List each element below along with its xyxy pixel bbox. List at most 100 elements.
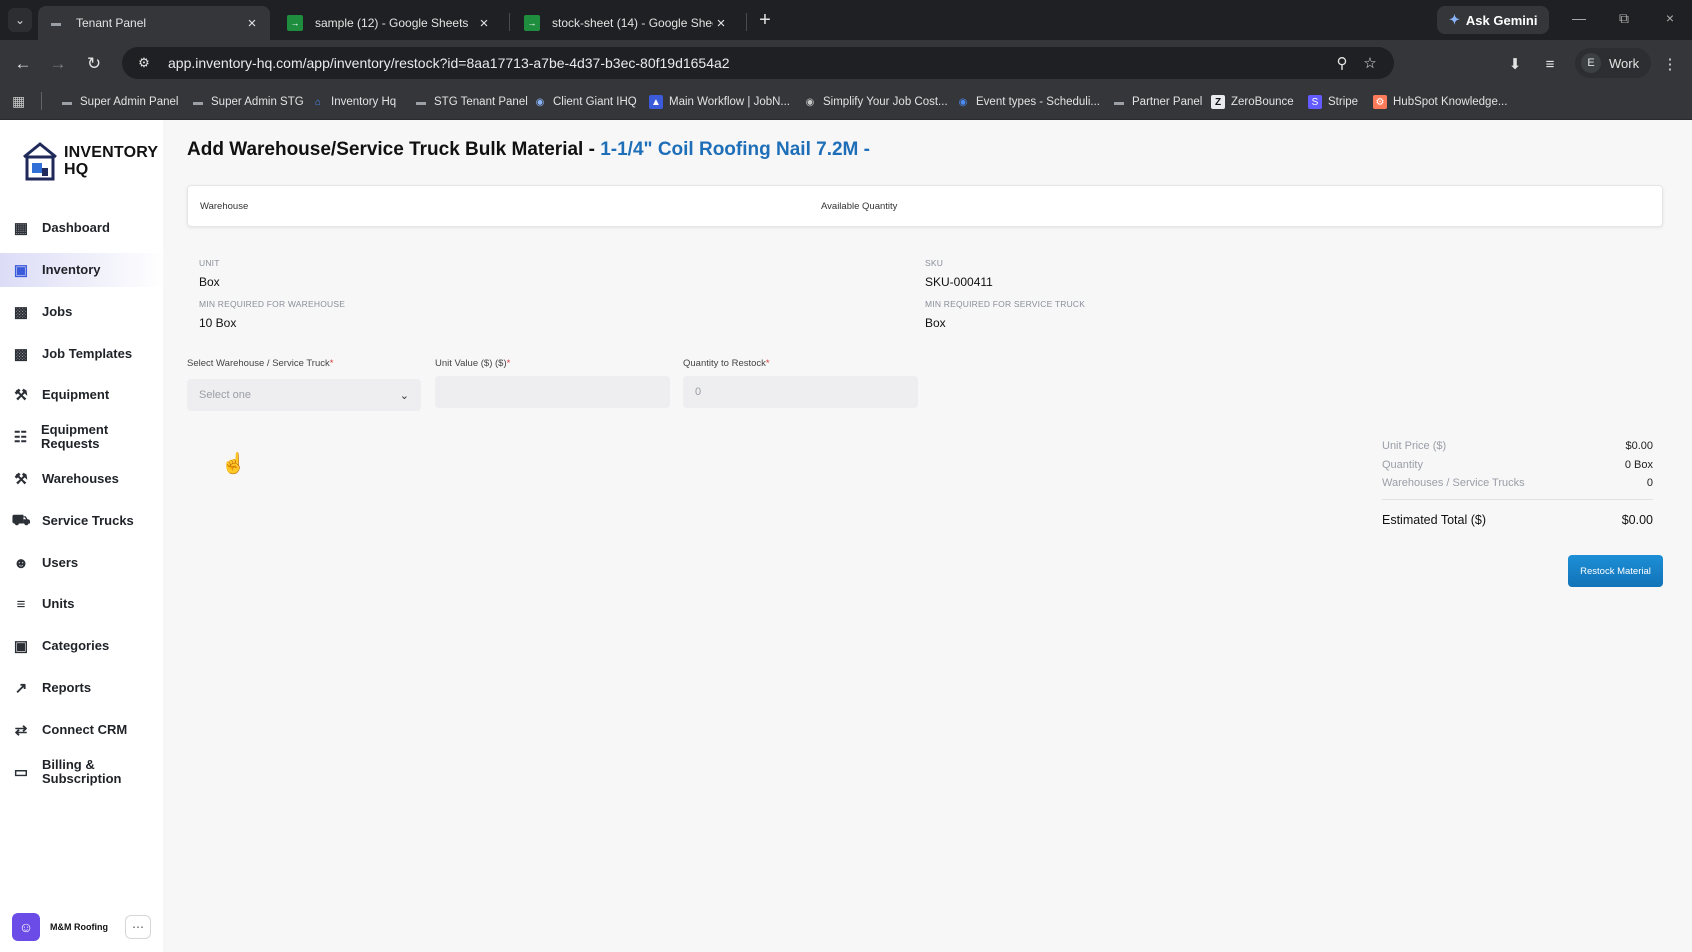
sidebar-item-connect-crm[interactable]: ⇄ Connect CRM bbox=[0, 713, 163, 747]
sidebar-item-label: Service Trucks bbox=[42, 513, 134, 528]
warehouses-icon: ⚒ bbox=[14, 471, 28, 488]
select-warehouse-label: Select Warehouse / Service Truck* bbox=[187, 358, 333, 369]
bookmark-zerobounce[interactable]: Z ZeroBounce bbox=[1211, 92, 1294, 112]
bookmark-dash-icon: ▬ bbox=[62, 96, 72, 108]
quantity-value: 0 Box bbox=[1624, 459, 1653, 471]
sidebar-item-jobs[interactable]: ▩ Jobs bbox=[0, 295, 163, 329]
close-icon[interactable]: × bbox=[476, 15, 492, 32]
chevron-down-icon: ⌄ bbox=[399, 389, 409, 402]
bookmark-super-admin-panel[interactable]: ▬ Super Admin Panel bbox=[60, 92, 178, 112]
unit-value-label-text: Unit Value ($) ($) bbox=[435, 358, 507, 369]
sidebar-item-label: Dashboard bbox=[42, 220, 110, 235]
page-title: Add Warehouse/Service Truck Bulk Materia… bbox=[187, 139, 870, 161]
warehouses-trucks-value: 0 bbox=[1646, 477, 1653, 489]
inventory-hq-logo[interactable]: INVENTORY HQ bbox=[22, 141, 158, 181]
sidebar-item-warehouses[interactable]: ⚒ Warehouses bbox=[0, 462, 163, 496]
quantity-restock-input[interactable]: 0 bbox=[683, 376, 918, 408]
sidebar-item-equipment[interactable]: ⚒ Equipment bbox=[0, 378, 163, 412]
gemini-sparkle-icon: ✦ bbox=[1449, 12, 1460, 27]
equipment-requests-icon: ☷ bbox=[13, 429, 28, 446]
site-info-icon[interactable]: ⚙ bbox=[132, 55, 156, 71]
bookmark-event-types[interactable]: ◉ Event types - Scheduli... bbox=[956, 92, 1100, 112]
column-header-warehouse: Warehouse bbox=[200, 201, 249, 212]
logo-line-2: HQ bbox=[64, 161, 89, 178]
dashboard-icon: ▦ bbox=[13, 220, 29, 237]
bookmark-stripe[interactable]: S Stripe bbox=[1308, 92, 1358, 112]
window-close-icon[interactable]: × bbox=[1658, 10, 1682, 26]
google-sheets-icon: → bbox=[287, 15, 303, 31]
sidebar-item-users[interactable]: ☻ Users bbox=[0, 546, 163, 580]
tab-separator bbox=[509, 13, 510, 31]
forward-arrow-icon[interactable]: → bbox=[46, 52, 70, 76]
bookmark-partner-panel[interactable]: ▬ Partner Panel bbox=[1112, 92, 1202, 112]
bookmark-main-workflow[interactable]: ▲ Main Workflow | JobN... bbox=[649, 92, 790, 112]
bookmark-stg-tenant-panel[interactable]: ▬ STG Tenant Panel bbox=[414, 92, 528, 112]
warehouse-select[interactable]: Select one ⌄ bbox=[187, 379, 421, 411]
logo-house-icon bbox=[23, 142, 57, 181]
quantity-restock-label-text: Quantity to Restock bbox=[683, 358, 766, 369]
sidebar-item-job-templates[interactable]: ▩ Job Templates bbox=[0, 337, 163, 371]
download-icon[interactable]: ⬇ bbox=[1503, 52, 1527, 76]
bookmark-client-giant-ihq[interactable]: ◉ Client Giant IHQ bbox=[533, 92, 637, 112]
bookmark-super-admin-stg[interactable]: ▬ Super Admin STG bbox=[191, 92, 304, 112]
sidebar-item-billing[interactable]: ▭ Billing & Subscription bbox=[0, 755, 163, 789]
sidebar-item-reports[interactable]: ↗ Reports bbox=[0, 671, 163, 705]
reload-icon[interactable]: ↻ bbox=[82, 52, 106, 76]
unit-price-value: $0.00 bbox=[1625, 440, 1653, 452]
ask-gemini-button[interactable]: ✦ Ask Gemini bbox=[1437, 6, 1550, 34]
bookmark-hubspot[interactable]: ⚙ HubSpot Knowledge... bbox=[1373, 92, 1507, 112]
zoom-icon[interactable]: ⚲ bbox=[1328, 54, 1356, 72]
bookmark-star-icon[interactable]: ☆ bbox=[1356, 54, 1384, 72]
user-avatar-icon: ☺ bbox=[12, 913, 40, 941]
sidebar-item-units[interactable]: ≡ Units bbox=[0, 587, 163, 621]
zerobounce-icon: Z bbox=[1211, 95, 1225, 109]
profile-button[interactable]: E Work bbox=[1575, 48, 1652, 78]
sidebar-item-service-trucks[interactable]: ⛟ Service Trucks bbox=[0, 504, 163, 538]
back-arrow-icon[interactable]: ← bbox=[11, 52, 35, 76]
restock-material-button[interactable]: Restock Material bbox=[1568, 555, 1663, 587]
sidebar-item-equipment-requests[interactable]: ☷ Equipment Requests bbox=[0, 420, 163, 454]
tab-title: stock-sheet (14) - Google Sheets bbox=[552, 16, 713, 30]
kebab-menu-icon[interactable]: ⋮ bbox=[1658, 52, 1682, 76]
bookmark-simplify-job-cost[interactable]: ◉ Simplify Your Job Cost... bbox=[803, 92, 948, 112]
bookmark-dash-icon: ▬ bbox=[1114, 96, 1124, 108]
warehouse-table bbox=[187, 185, 1663, 227]
stripe-icon: S bbox=[1308, 95, 1322, 109]
new-tab-button[interactable]: + bbox=[753, 8, 777, 32]
warehouses-trucks-label: Warehouses / Service Trucks bbox=[1382, 477, 1525, 489]
sidebar-item-label: Billing & Subscription bbox=[42, 757, 122, 786]
close-icon[interactable]: × bbox=[244, 15, 260, 32]
jobs-icon: ▩ bbox=[13, 304, 29, 321]
tab-search-chevron-icon[interactable]: ⌄ bbox=[8, 8, 32, 32]
bookmark-inventory-hq[interactable]: ⌂ Inventory Hq bbox=[311, 92, 396, 112]
tab-sample-sheets[interactable]: → sample (12) - Google Sheets × bbox=[277, 6, 502, 40]
sidebar-item-inventory[interactable]: ▣ Inventory bbox=[0, 253, 163, 287]
unit-value-input[interactable] bbox=[435, 376, 670, 408]
sidebar-item-label: Equipment bbox=[42, 387, 110, 402]
sidebar-item-dashboard[interactable]: ▦ Dashboard bbox=[0, 211, 163, 245]
min-truck-value: Box bbox=[925, 316, 946, 330]
minimize-icon[interactable]: — bbox=[1567, 10, 1591, 26]
apps-grid-icon[interactable]: ▦ bbox=[12, 93, 25, 110]
restore-icon[interactable]: ⧉ bbox=[1612, 10, 1636, 27]
tab-tenant-panel[interactable]: ▬ Tenant Panel × bbox=[38, 6, 270, 40]
user-card[interactable]: ☺ M&M Roofing bbox=[12, 913, 108, 941]
inventory-hq-favicon-icon: ▬ bbox=[51, 17, 61, 29]
sidebar-item-label: Warehouses bbox=[42, 471, 119, 486]
bookmark-label: ZeroBounce bbox=[1231, 96, 1294, 108]
google-sheets-icon: → bbox=[524, 15, 540, 31]
address-bar[interactable]: ⚙ app.inventory-hq.com/app/inventory/res… bbox=[122, 47, 1394, 79]
tab-stock-sheet[interactable]: → stock-sheet (14) - Google Sheets × bbox=[514, 6, 739, 40]
bookmark-label: Simplify Your Job Cost... bbox=[823, 96, 948, 108]
close-icon[interactable]: × bbox=[713, 15, 729, 32]
user-more-button[interactable]: ⋯ bbox=[125, 915, 151, 939]
logo-line-1: INVENTORY bbox=[64, 144, 159, 161]
page-title-item: 1-1/4" Coil Roofing Nail 7.2M - bbox=[600, 139, 870, 160]
sidebar-item-categories[interactable]: ▣ Categories bbox=[0, 629, 163, 663]
bookmark-label: Super Admin STG bbox=[211, 96, 304, 108]
url-text[interactable]: app.inventory-hq.com/app/inventory/resto… bbox=[168, 55, 1328, 71]
bookmark-label: Super Admin Panel bbox=[80, 96, 179, 108]
reading-list-icon[interactable]: ≡ bbox=[1538, 52, 1562, 76]
reports-icon: ↗ bbox=[14, 680, 28, 697]
categories-icon: ▣ bbox=[13, 638, 29, 655]
